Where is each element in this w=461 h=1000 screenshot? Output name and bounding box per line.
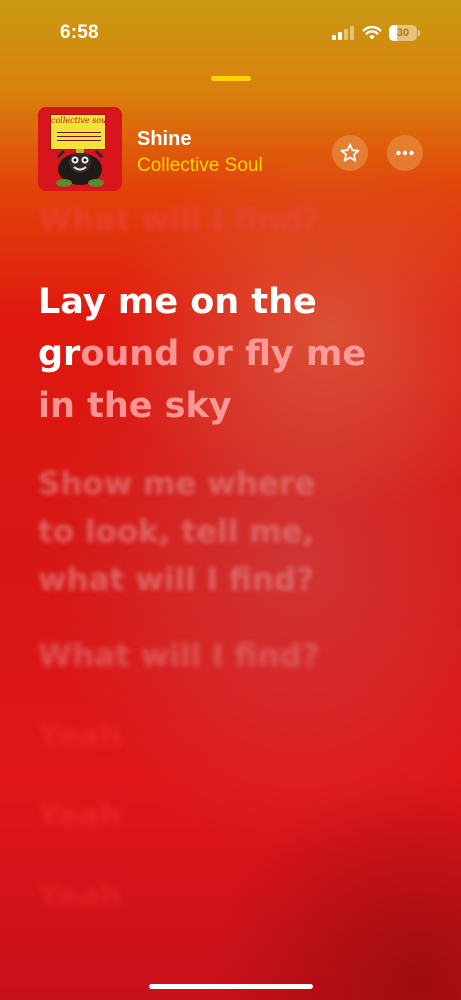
artist-name[interactable]: Collective Soul [137, 155, 263, 177]
lyric-line-upcoming[interactable]: Show me where to look, tell me, what wil… [38, 460, 438, 604]
song-title[interactable]: Shine [137, 128, 191, 151]
lyric-line-current[interactable]: Lay me on the ground or fly me in the sk… [38, 276, 438, 432]
lyric-current-unsung-part: ound or fly me [80, 334, 367, 374]
lyric-upcoming-line: what will I find? [38, 562, 315, 598]
lyric-line-upcoming[interactable]: Yeah [38, 718, 438, 754]
star-icon [340, 143, 360, 162]
lyric-current-line-2: ground or fly me [38, 328, 438, 380]
lyric-current-sung-part: gr [38, 334, 81, 374]
ellipsis-icon [396, 150, 414, 156]
album-artwork[interactable]: collective soul [38, 107, 122, 191]
lyric-upcoming-line: to look, tell me, [38, 514, 315, 550]
favorite-button[interactable] [332, 135, 368, 171]
lyric-current-line-1: Lay me on the [38, 282, 317, 322]
wifi-icon [362, 24, 382, 40]
lyric-line-upcoming[interactable]: Yeah [38, 798, 438, 834]
lyric-line-upcoming[interactable]: What will I find? [38, 638, 438, 674]
lyric-line-previous[interactable]: What will I find? [38, 202, 438, 238]
status-time: 6:58 [60, 22, 99, 43]
battery-level: 30 [396, 27, 410, 39]
status-bar: 6:58 30 [0, 0, 461, 66]
lyrics-screen: 6:58 30 collective soul Shine Collective… [0, 0, 461, 1000]
lyric-upcoming-line: Show me where [38, 466, 316, 502]
battery-icon: 30 [389, 25, 421, 41]
sheet-grabber[interactable] [211, 76, 251, 81]
more-options-button[interactable] [387, 135, 423, 171]
artwork-figure [56, 149, 104, 187]
lyric-line-upcoming[interactable]: Yeah [38, 878, 438, 914]
lyric-current-line-3: in the sky [38, 386, 232, 426]
home-indicator[interactable] [149, 984, 313, 989]
cellular-signal-icon [332, 26, 354, 40]
